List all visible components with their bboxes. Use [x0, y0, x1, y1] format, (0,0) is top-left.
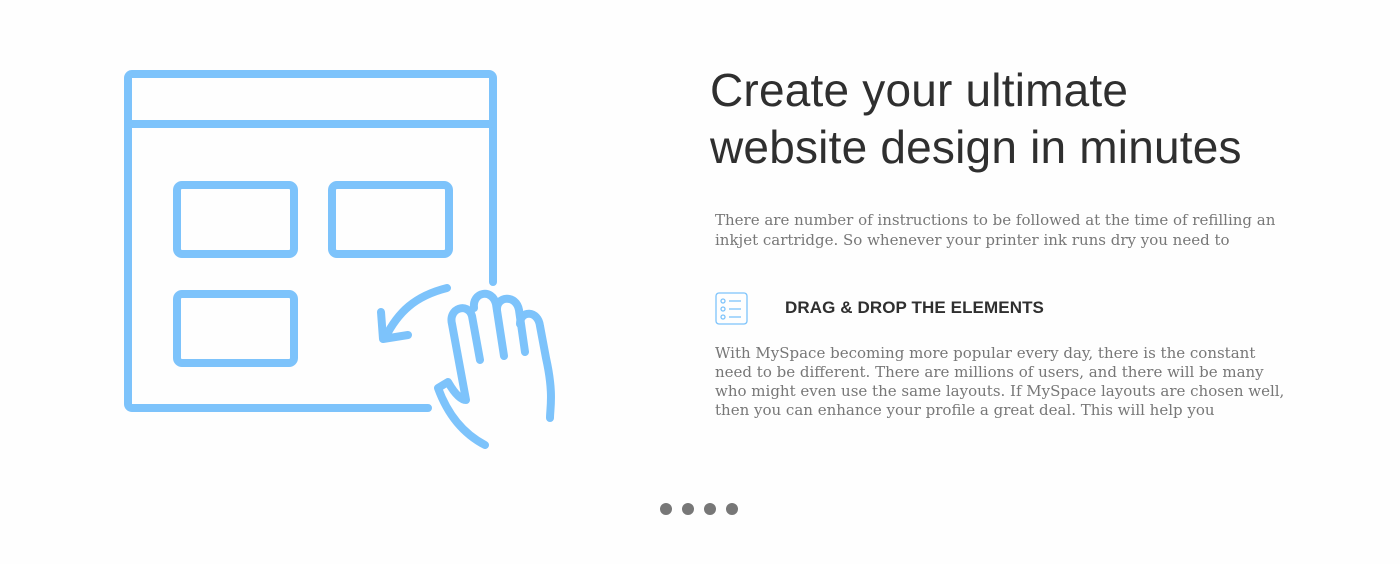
hero-content: Create your ultimate website design in m… [710, 62, 1310, 420]
pager-dot-2[interactable] [682, 503, 694, 515]
pager-dot-1[interactable] [660, 503, 672, 515]
slider-pagination [660, 503, 738, 515]
checklist-icon [715, 292, 748, 325]
feature-description: With MySpace becoming more popular every… [715, 344, 1285, 419]
drag-drop-layout-icon [110, 60, 580, 460]
feature-title: DRAG & DROP THE ELEMENTS [785, 298, 1044, 317]
pager-dot-3[interactable] [704, 503, 716, 515]
intro-text: There are number of instructions to be f… [715, 211, 1276, 249]
feature-block: DRAG & DROP THE ELEMENTS [715, 292, 1310, 326]
page-title: Create your ultimate website design in m… [710, 64, 1242, 173]
pager-dot-4[interactable] [726, 503, 738, 515]
